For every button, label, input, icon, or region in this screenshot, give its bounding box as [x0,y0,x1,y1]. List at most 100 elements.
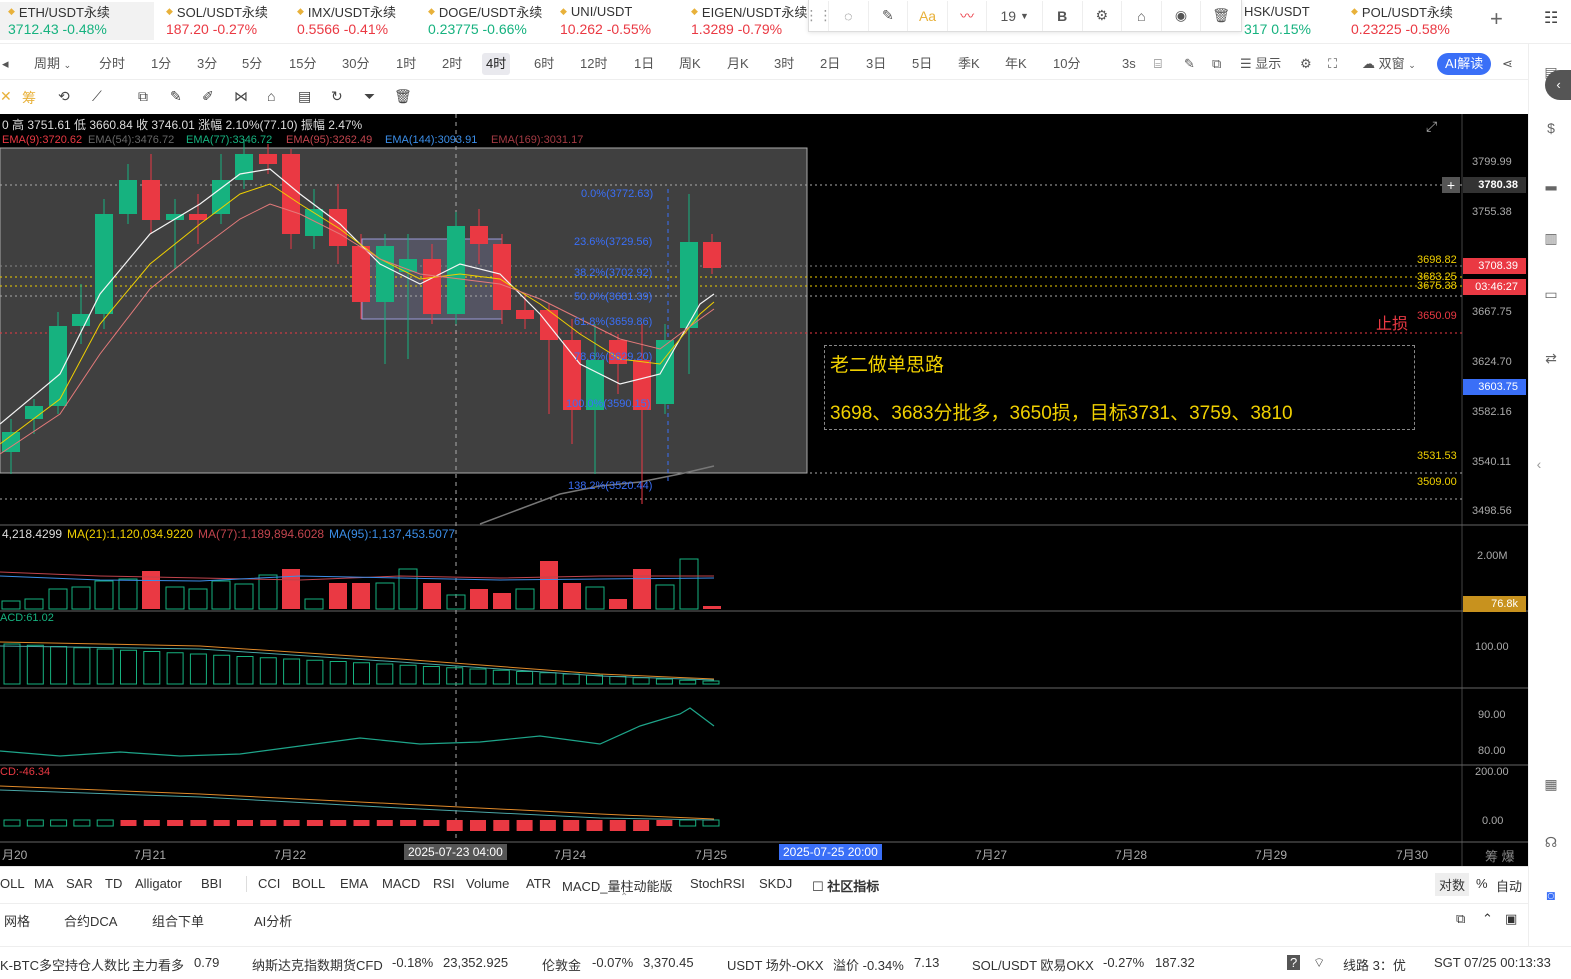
share-icon[interactable]: ⋖ [1498,53,1517,75]
chart-stats-icon[interactable]: ▂ [1541,174,1561,194]
ai-interpret-button[interactable]: AI解读 [1437,53,1492,75]
collapse-icon[interactable]: ⌃ [620,892,628,903]
headset-icon[interactable]: ☊ [1541,834,1561,854]
font-size-select[interactable]: 19 ▼ [987,0,1043,31]
ticker-tab-uni[interactable]: ◆ UNI/USDT 10.262 -0.55% [552,2,651,40]
delete-tool-icon[interactable]: 🗑 [394,88,412,105]
indicator-boll-main[interactable]: OLL [0,876,25,891]
usdt-otc-label[interactable]: USDT 场外-OKX [727,955,824,974]
lock-icon[interactable]: ⌂ [1122,0,1162,31]
period-1d[interactable]: 1日 [630,53,658,75]
expand-icon[interactable]: ⤢ [1426,118,1437,135]
period-menu[interactable]: 周期 ⌄ [30,53,75,75]
indicator-volume[interactable]: Volume [466,876,509,891]
help-icon[interactable]: ? [1287,955,1301,970]
template-icon[interactable]: ◌ [829,0,869,31]
log-scale-button[interactable]: 对数 [1435,873,1470,896]
indicator-boll[interactable]: BOLL [292,876,325,891]
period-week[interactable]: 周K [675,53,705,75]
period-quarter[interactable]: 季K [954,53,984,75]
brush-tool-icon[interactable]: ✐ [202,88,214,105]
strategy-note[interactable]: 老二做单思路 3698、3683分批多，3650损，目标3731、3759、38… [824,345,1415,430]
period-1m[interactable]: 1分 [147,53,175,75]
indicator-macd-volume[interactable]: MACD_量柱动能版 [562,876,673,895]
indicator-ema[interactable]: EMA [340,876,368,891]
period-4h[interactable]: 4时 [482,53,511,75]
chevron-up-icon[interactable]: ⌃ [1482,911,1493,927]
lock-tool-icon[interactable]: ⌂ [267,88,275,104]
bot-icon[interactable]: ◙ [1541,887,1561,907]
period-5m[interactable]: 5分 [238,53,266,75]
period-3m[interactable]: 3分 [193,53,221,75]
ruler-tool-icon[interactable]: ⟋ [92,88,102,105]
period-30m[interactable]: 30分 [338,53,373,75]
sol-okx-label[interactable]: SOL/USDT 欧易OKX [972,955,1094,974]
add-tab-button[interactable]: + [1490,6,1503,32]
display-button[interactable]: ☰ 显示 [1236,53,1285,75]
ticker-tab-pol[interactable]: ◆ POL/USDT永续 0.23225 -0.58% [1343,2,1453,40]
window-icon[interactable]: ⧉ [1208,53,1225,75]
grid-chart-icon[interactable]: ▥ [1541,230,1561,250]
indicator-bbi[interactable]: BBI [201,876,222,891]
chip-burst-toggle[interactable]: 筹 爆 [1485,846,1515,865]
eye-icon[interactable]: ◉ [1162,0,1202,31]
community-indicators[interactable]: ☐ 社区指标 [812,876,879,895]
auto-scale-button[interactable]: 自动 [1496,876,1522,895]
ticker-tab-imx[interactable]: ◆ IMX/USDT永续 0.5566 -0.41% [289,2,396,40]
period-3h[interactable]: 3时 [770,53,798,75]
tab-combo-order[interactable]: 组合下单 [152,911,204,930]
text-color-icon[interactable]: Aa [908,0,948,31]
period-5d[interactable]: 5日 [908,53,936,75]
indicator-ma[interactable]: MA [34,876,54,891]
period-15m[interactable]: 15分 [285,53,320,75]
line-status[interactable]: 线路 3：优 [1343,955,1406,974]
expand-right-icon[interactable]: ‹ [1529,456,1549,476]
indicator-sar[interactable]: SAR [66,876,93,891]
ticker-tab-eth[interactable]: ◆ ETH/USDT永续 3712.43 -0.48% [0,2,154,40]
double-window-button[interactable]: ☁ 双窗 ⌄ [1358,53,1420,75]
chip-tool-icon[interactable]: 筹 [22,88,36,108]
popout-icon[interactable]: ⧉ [1456,911,1465,927]
indicator-td[interactable]: TD [105,876,122,891]
indicator-stochrsi[interactable]: StochRSI [690,876,745,891]
maximize-icon[interactable]: ▣ [1505,911,1517,927]
indicator-rsi[interactable]: RSI [433,876,455,891]
ticker-tab-doge[interactable]: ◆ DOGE/USDT永续 0.23775 -0.66% [420,2,546,40]
refresh-rate[interactable]: 3s [1118,53,1140,75]
btc-ratio-label[interactable]: K-BTC多空持仓人数比 [0,955,130,974]
fullscreen-icon[interactable]: ⛶ [1324,53,1341,75]
edit-icon[interactable]: ✎ [869,0,909,31]
chart-canvas[interactable] [0,114,1528,866]
period-year[interactable]: 年K [1001,53,1031,75]
link-tool-icon[interactable]: ⋈ [234,88,248,105]
settings-icon[interactable]: ⚙ [1083,0,1123,31]
gold-label[interactable]: 伦敦金 [542,955,581,974]
pencil-tool-icon[interactable]: ✎ [170,88,182,105]
period-1h[interactable]: 1时 [392,53,420,75]
collapse-sidebar-icon[interactable]: ‹ [1545,70,1571,100]
period-6h[interactable]: 6时 [530,53,558,75]
bold-button[interactable]: B [1043,0,1083,31]
ticker-tab-hsk[interactable]: HSK/USDT 317 0.15% [1236,2,1336,40]
period-fenshi[interactable]: 分时 [95,53,129,75]
nasdaq-label[interactable]: 纳斯达克指数期货CFD [252,955,383,974]
tab-dca[interactable]: 合约DCA [64,911,117,930]
drag-handle-icon[interactable]: ⋮⋮ [805,0,833,31]
tab-grid[interactable]: 网格 [4,911,30,930]
indicator-atr[interactable]: ATR [526,876,551,891]
rotate-tool-icon[interactable]: ↻ [331,88,343,105]
gear-icon[interactable]: ⚙ [1296,53,1316,75]
tab-ai-analysis[interactable]: AI分析 [254,911,292,930]
magnet-tool-icon[interactable]: ⟲ [58,88,70,105]
percent-scale-button[interactable]: % [1476,876,1488,891]
note-tool-icon[interactable]: ▤ [298,88,311,105]
add-alert-icon[interactable]: + [1442,177,1460,193]
period-2h[interactable]: 2时 [438,53,466,75]
period-prev-icon[interactable]: ◂ [0,53,13,75]
copy-tool-icon[interactable]: ⧉ [138,88,148,105]
indicator-macd[interactable]: MACD [382,876,420,891]
trash-icon[interactable]: 🗑 [1201,1,1241,31]
line-color-icon[interactable]: 〰 [948,0,988,31]
ticker-tab-sol[interactable]: ◆ SOL/USDT永续 187.20 -0.27% [158,2,268,40]
period-month[interactable]: 月K [723,53,753,75]
